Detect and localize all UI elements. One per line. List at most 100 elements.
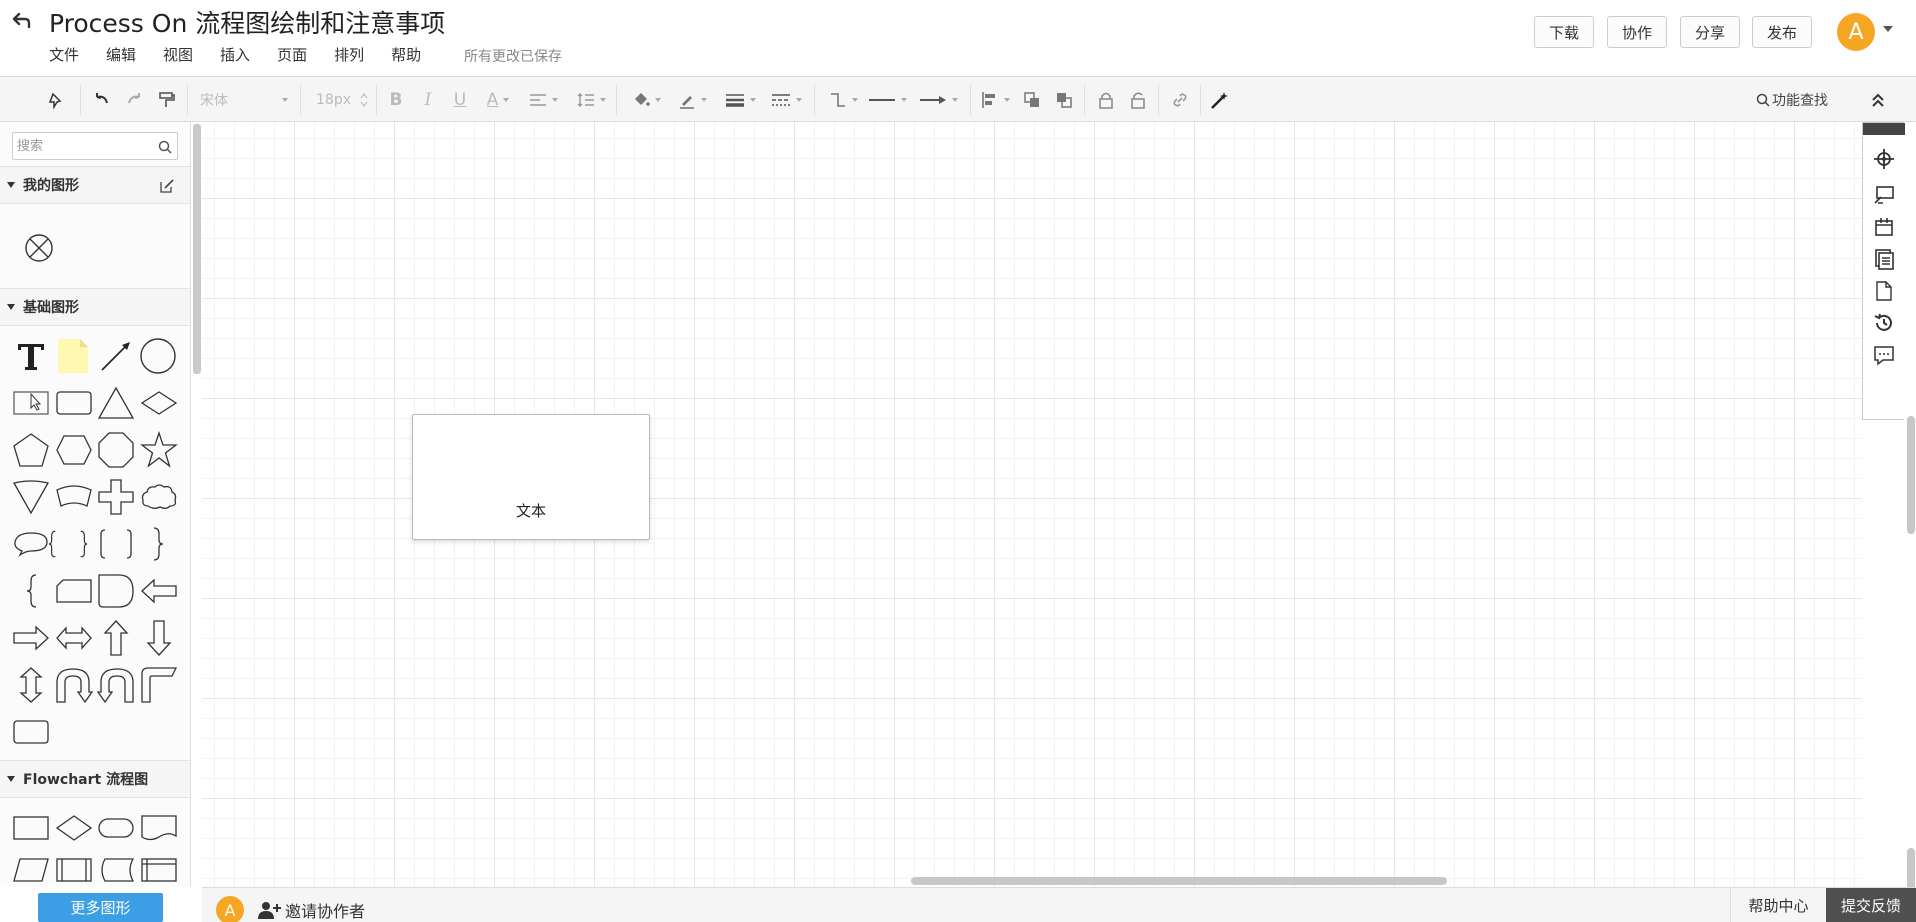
line-type-select[interactable] (866, 87, 908, 113)
flowchart-terminator[interactable] (96, 808, 136, 848)
shape-right-arrow[interactable] (11, 618, 51, 658)
shape-circle-cross[interactable] (19, 228, 59, 268)
flowchart-document[interactable] (139, 808, 179, 848)
collapse-toolbar-button[interactable] (1866, 87, 1890, 113)
shape-pentagon[interactable] (11, 430, 51, 470)
search-icon[interactable] (158, 140, 172, 154)
avatar[interactable]: A (1837, 13, 1875, 51)
shape-cross[interactable] (96, 477, 136, 517)
shape-text-box[interactable] (11, 383, 51, 423)
format-panel-icon[interactable] (1872, 183, 1896, 207)
shape-search-box[interactable] (12, 132, 178, 160)
invite-collaborator-button[interactable]: 邀请协作者 (257, 898, 365, 922)
document-title[interactable]: Process On 流程图绘制和注意事项 (49, 4, 445, 40)
shape-double-arrow[interactable] (54, 618, 94, 658)
page-icon[interactable] (1872, 279, 1896, 303)
unlock-button[interactable] (1126, 87, 1150, 113)
line-style-select[interactable] (768, 87, 804, 113)
format-painter-icon[interactable] (154, 87, 178, 113)
section-flowchart[interactable]: Flowchart 流程图 (0, 760, 190, 798)
undo-icon[interactable] (90, 87, 114, 113)
shape-u-turn-arrow-left[interactable] (96, 665, 136, 705)
flowchart-stored-data[interactable] (96, 850, 136, 887)
connector-type-select[interactable] (826, 87, 860, 113)
menu-file[interactable]: 文件 (49, 44, 79, 65)
shape-diamond[interactable] (139, 383, 179, 423)
italic-button[interactable]: I (418, 87, 438, 113)
shape-braces[interactable] (48, 524, 88, 564)
line-width-select[interactable] (722, 87, 758, 113)
shape-triangle[interactable] (96, 383, 136, 423)
lock-button[interactable] (1094, 87, 1118, 113)
font-size-stepper[interactable]: 18px (316, 87, 368, 113)
font-family-select[interactable]: 宋体 (200, 87, 288, 113)
shape-circle[interactable] (138, 336, 178, 376)
bold-button[interactable]: B (386, 87, 406, 113)
link-button[interactable] (1168, 87, 1192, 113)
shape-up-down-arrow[interactable] (11, 665, 51, 705)
menu-view[interactable]: 视图 (163, 44, 193, 65)
bring-to-front-button[interactable] (1020, 87, 1044, 113)
redo-icon[interactable] (122, 87, 146, 113)
shape-text[interactable] (11, 336, 51, 376)
shape-u-turn-arrow[interactable] (54, 665, 94, 705)
shape-hexagon[interactable] (54, 430, 94, 470)
shape-inverted-triangle[interactable] (11, 477, 51, 517)
edit-icon[interactable] (160, 179, 174, 193)
magic-wand-button[interactable] (1208, 87, 1232, 113)
copy-pages-icon[interactable] (1872, 247, 1896, 271)
align-select[interactable] (526, 87, 560, 113)
feature-search-button[interactable]: 功能查找 (1756, 87, 1836, 113)
shape-corner-arrow[interactable] (139, 665, 179, 705)
format-brush-pin-icon[interactable] (42, 87, 70, 113)
flowchart-predefined[interactable] (54, 850, 94, 887)
shape-note[interactable] (53, 336, 93, 376)
shape-left-arrow[interactable] (139, 571, 179, 611)
menu-edit[interactable]: 编辑 (106, 44, 136, 65)
flowchart-process[interactable] (11, 808, 51, 848)
navigator-icon[interactable] (1872, 147, 1896, 171)
diagram-canvas[interactable]: 文本 (202, 122, 1862, 888)
menu-help[interactable]: 帮助 (391, 44, 421, 65)
collaborator-avatar[interactable]: A (216, 896, 244, 922)
shape-cloud[interactable] (139, 477, 179, 517)
comments-icon[interactable] (1872, 343, 1896, 367)
line-color-select[interactable] (674, 87, 710, 113)
shape-left-brace[interactable] (11, 571, 51, 611)
font-color-button[interactable]: A (482, 87, 514, 113)
shape-rounded-box[interactable] (11, 712, 51, 752)
shape-search-input[interactable] (17, 137, 147, 155)
send-to-back-button[interactable] (1052, 87, 1076, 113)
shape-arrow-line[interactable] (96, 336, 136, 376)
shape-brackets[interactable] (96, 524, 136, 564)
shape-curved-rect[interactable] (54, 477, 94, 517)
shape-octagon[interactable] (96, 430, 136, 470)
menu-insert[interactable]: 插入 (220, 44, 250, 65)
sidebar-scrollbar[interactable] (193, 124, 201, 374)
shape-down-arrow[interactable] (139, 618, 179, 658)
horizontal-scrollbar[interactable] (911, 877, 1447, 885)
shape-delay[interactable] (96, 571, 136, 611)
flowchart-decision[interactable] (54, 808, 94, 848)
shape-right-brace[interactable] (139, 524, 179, 564)
page-settings-icon[interactable] (1872, 215, 1896, 239)
flowchart-internal-storage[interactable] (139, 850, 179, 887)
publish-button[interactable]: 发布 (1752, 16, 1812, 48)
menu-page[interactable]: 页面 (277, 44, 307, 65)
download-button[interactable]: 下载 (1534, 16, 1594, 48)
underline-button[interactable]: U (450, 87, 470, 113)
help-center-link[interactable]: 帮助中心 (1730, 888, 1826, 922)
fill-color-select[interactable] (628, 87, 664, 113)
line-spacing-select[interactable] (574, 87, 608, 113)
collaborate-button[interactable]: 协作 (1607, 16, 1667, 48)
shape-star[interactable] (139, 430, 179, 470)
arrow-type-select[interactable] (914, 87, 962, 113)
shape-up-arrow[interactable] (96, 618, 136, 658)
flowchart-data[interactable] (11, 850, 51, 887)
menu-arrange[interactable]: 排列 (334, 44, 364, 65)
canvas-shape-text[interactable]: 文本 (413, 500, 649, 521)
history-icon[interactable] (1872, 311, 1896, 335)
align-shapes-select[interactable] (978, 87, 1012, 113)
chevron-down-icon[interactable] (1883, 26, 1893, 32)
vertical-scrollbar[interactable] (1907, 416, 1915, 534)
